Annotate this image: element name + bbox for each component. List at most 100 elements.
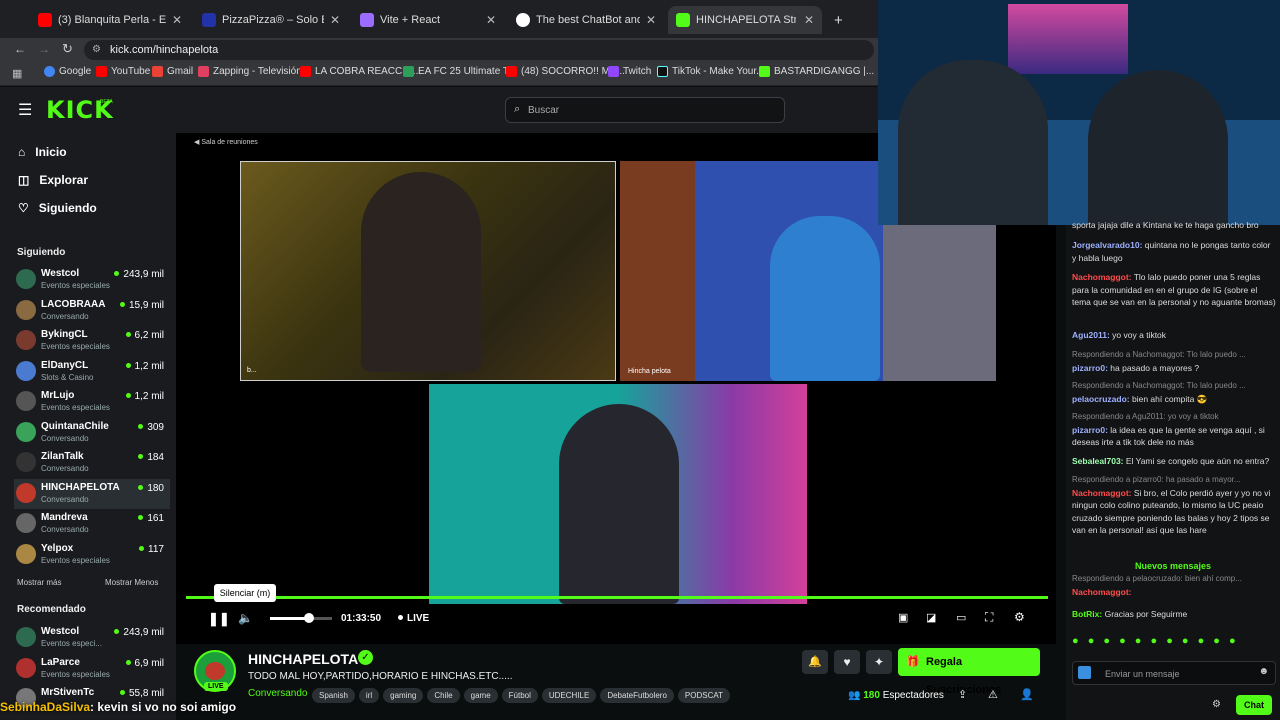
fullscreen-icon[interactable]: ⛶ bbox=[985, 610, 993, 625]
chat-username[interactable]: Nachomaggot: bbox=[1072, 272, 1132, 282]
user-add-icon[interactable]: 👤 bbox=[1020, 688, 1034, 701]
close-tab-icon[interactable]: ✕ bbox=[486, 13, 496, 27]
emoji-icon[interactable]: ☻ bbox=[1258, 666, 1269, 679]
sidebar-channel[interactable]: ZilanTalk Conversando 184 bbox=[14, 448, 170, 478]
tag[interactable]: UDECHILE bbox=[541, 688, 597, 703]
chat-username[interactable]: pizarro0: bbox=[1072, 363, 1108, 373]
channel-viewers: 161 bbox=[138, 513, 164, 524]
chat-send-button[interactable]: Chat bbox=[1236, 695, 1272, 715]
report-icon[interactable]: ⚠ bbox=[988, 688, 998, 701]
progress-bar[interactable] bbox=[186, 596, 1048, 599]
tag[interactable]: gaming bbox=[383, 688, 424, 703]
chat-settings-icon[interactable]: ⚙ bbox=[1212, 699, 1221, 712]
close-tab-icon[interactable]: ✕ bbox=[646, 13, 656, 27]
browser-tab[interactable]: (3) Blanquita Perla - El Jordan 2...✕ bbox=[30, 6, 190, 34]
channel-name: Mandreva bbox=[41, 512, 88, 523]
new-messages-divider[interactable]: Nuevos mensajes bbox=[1066, 560, 1280, 572]
tag[interactable]: DebateFutbolero bbox=[600, 688, 674, 703]
bookmark[interactable]: TikTok - Make Your... bbox=[657, 66, 764, 77]
browser-tab[interactable]: The best ChatBot and Widgets✕ bbox=[508, 6, 664, 34]
chat-username[interactable]: pizarro0: bbox=[1072, 425, 1108, 435]
apps-icon[interactable]: ▦ bbox=[12, 67, 22, 80]
bookmark[interactable]: BASTARDIGANGG |... bbox=[759, 66, 874, 77]
chat-message: Nachomaggot: Tlo lalo puedo poner una 5 … bbox=[1072, 271, 1276, 309]
channel-name: QuintanaChile bbox=[41, 420, 109, 432]
sidebar-channel[interactable]: LaParce Eventos especiales 6,9 mil bbox=[14, 654, 170, 684]
menu-icon[interactable]: ☰ bbox=[18, 100, 32, 120]
chat-username[interactable]: Jorgealvarado10: bbox=[1072, 240, 1142, 250]
chat-username[interactable]: Nachomaggot: bbox=[1072, 587, 1132, 597]
chat-text: bien ahí compita 😎 bbox=[1132, 393, 1208, 404]
bookmark[interactable]: Twitch bbox=[608, 66, 651, 77]
site-info-icon[interactable]: ⚙ bbox=[92, 44, 101, 55]
browser-tab-active[interactable]: HINCHAPELOTA Stream - W...✕ bbox=[668, 6, 822, 34]
pause-button[interactable]: ❚❚ bbox=[208, 611, 230, 627]
gift-subscriptions-button[interactable]: 🎁 Regala Suscripciones bbox=[898, 648, 1040, 696]
bookmark[interactable]: EA FC 25 Ultimate T... bbox=[403, 66, 516, 77]
sidebar-channel[interactable]: ElDanyCL Slots & Casino 1,2 mil bbox=[14, 357, 170, 387]
nav-home[interactable]: ⌂ Inicio bbox=[18, 145, 67, 159]
browser-tab[interactable]: PizzaPizza® – Solo Entregamos...✕ bbox=[194, 6, 348, 34]
sidebar-channel[interactable]: Mandreva Conversando 161 bbox=[14, 509, 170, 539]
share-icon[interactable]: ⇪ bbox=[958, 688, 967, 701]
chat-username[interactable]: Sebaleal703: bbox=[1072, 456, 1124, 466]
volume-knob[interactable] bbox=[304, 613, 314, 623]
pip-icon[interactable]: ▣ bbox=[898, 611, 908, 624]
reply-context: Respondiendo a pizarro0: ha pasado a may… bbox=[1072, 475, 1241, 484]
bookmark[interactable]: Gmail bbox=[152, 66, 193, 77]
forward-icon[interactable]: → bbox=[38, 42, 50, 56]
bookmark[interactable]: Google bbox=[44, 66, 91, 77]
nav-explore[interactable]: ◫ Explorar bbox=[18, 173, 88, 187]
nav-following[interactable]: ♡ Siguiendo bbox=[18, 201, 97, 215]
browser-tab[interactable]: Vite + React ✕ bbox=[352, 6, 504, 34]
channel-name[interactable]: HINCHAPELOTA bbox=[248, 651, 358, 667]
sidebar-channel[interactable]: Westcol Eventos especi... 243,9 mil bbox=[14, 623, 170, 653]
volume-slider[interactable] bbox=[270, 613, 332, 623]
close-tab-icon[interactable]: ✕ bbox=[172, 13, 182, 27]
settings-gear-icon[interactable]: ⚙ bbox=[1014, 610, 1025, 624]
chat-username[interactable]: pelaocruzado: bbox=[1072, 394, 1130, 404]
sidebar-channel[interactable]: MrLujo Eventos especiales 1,2 mil bbox=[14, 387, 170, 417]
reload-icon[interactable]: ↻ bbox=[62, 41, 73, 57]
youtube-icon bbox=[300, 66, 311, 77]
search-input[interactable]: ⌕ Buscar bbox=[505, 97, 785, 123]
tag[interactable]: Fútbol bbox=[501, 688, 538, 703]
tag[interactable]: irl bbox=[358, 688, 380, 703]
new-tab-button[interactable]: + bbox=[826, 6, 846, 34]
channel-avatar bbox=[16, 299, 36, 320]
url-field[interactable]: ⚙ kick.com/hinchapelota bbox=[84, 40, 874, 60]
sidebar-channel[interactable]: Yelpox Eventos especiales 117 bbox=[14, 540, 170, 570]
close-tab-icon[interactable]: ✕ bbox=[804, 13, 814, 27]
emote-bar[interactable]: ● ● ● ● ● ● ● ● ● ● ● bbox=[1072, 635, 1276, 653]
back-icon[interactable]: ← bbox=[14, 42, 26, 56]
clip-icon[interactable]: ◪ bbox=[926, 611, 936, 624]
show-more-button[interactable]: Mostrar más bbox=[17, 578, 61, 587]
follow-button[interactable]: ♥ bbox=[834, 650, 860, 674]
bookmark[interactable]: Zapping - Televisión... bbox=[198, 66, 310, 77]
chat-text: El Yami se congelo que aún no entra? bbox=[1125, 456, 1270, 466]
bookmark[interactable]: YouTube bbox=[96, 66, 150, 77]
notification-bell-button[interactable]: 🔔 bbox=[802, 650, 828, 674]
tag[interactable]: Spanish bbox=[312, 688, 355, 703]
sidebar-channel[interactable]: QuintanaChile Conversando 309 bbox=[14, 418, 170, 448]
chat-input[interactable]: Enviar un mensaje ☻ bbox=[1072, 661, 1276, 685]
sidebar-channel[interactable]: LACOBRAAA Conversando 15,9 mil bbox=[14, 296, 170, 326]
theater-mode-icon[interactable]: ▭ bbox=[956, 611, 966, 624]
show-less-button[interactable]: Mostrar Menos bbox=[105, 578, 158, 587]
stream-category[interactable]: Conversando bbox=[248, 688, 307, 699]
search-icon: ⌕ bbox=[514, 103, 521, 115]
sidebar-channel[interactable]: BykingCL Eventos especiales 6,2 mil bbox=[14, 326, 170, 356]
sidebar-channel[interactable]: HINCHAPELOTA Conversando 180 bbox=[14, 478, 170, 509]
sidebar-channel[interactable]: Westcol Eventos especiales 243,9 mil bbox=[14, 265, 170, 295]
close-tab-icon[interactable]: ✕ bbox=[330, 13, 340, 27]
chat-username[interactable]: Agu2011: bbox=[1072, 330, 1110, 340]
viewer-count: 👥 180 Espectadores bbox=[848, 690, 944, 701]
volume-icon[interactable]: 🔈 bbox=[238, 611, 253, 625]
tag[interactable]: Chile bbox=[427, 688, 460, 703]
chat-text: yo voy a tiktok bbox=[1112, 330, 1167, 340]
tag[interactable]: game bbox=[463, 688, 498, 703]
chat-username[interactable]: BotRix: bbox=[1072, 609, 1102, 619]
chat-username[interactable]: Nachomaggot: bbox=[1072, 488, 1132, 498]
tag[interactable]: PODSCAT bbox=[677, 688, 730, 703]
subscribe-star-button[interactable]: ✦ bbox=[866, 650, 892, 674]
